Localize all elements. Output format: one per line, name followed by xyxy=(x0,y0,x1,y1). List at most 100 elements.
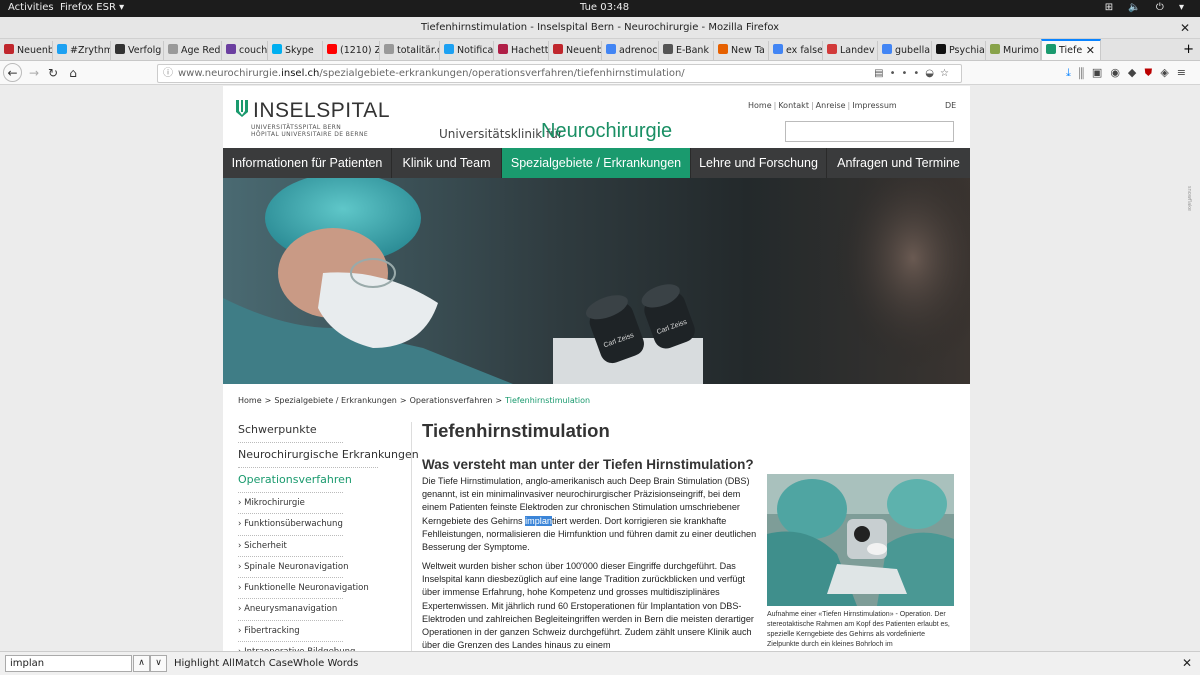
browser-tab[interactable]: couchsu xyxy=(222,41,268,60)
activities-button[interactable]: Activities xyxy=(8,2,54,13)
browser-tab[interactable]: #Zrythm xyxy=(53,41,111,60)
browser-tab[interactable]: adrenoc xyxy=(602,41,659,60)
home-button[interactable]: ⌂ xyxy=(64,64,82,82)
find-next-button[interactable]: ∨ xyxy=(150,655,167,672)
extension-icon[interactable]: ◆ xyxy=(1128,66,1144,79)
page-scrollbar[interactable]: snowflake xyxy=(1180,86,1200,651)
new-tab-button[interactable]: + xyxy=(1183,41,1194,59)
find-previous-button[interactable]: ∧ xyxy=(133,655,150,672)
highlight-all-toggle[interactable]: Highlight All xyxy=(174,658,235,669)
meta-link-impressum[interactable]: Impressum xyxy=(852,101,896,110)
window-close-icon[interactable]: ✕ xyxy=(1180,17,1190,39)
browser-tab[interactable]: E-Bank xyxy=(659,41,714,60)
sidebar-subitem[interactable]: › Intraoperative Bildgebung xyxy=(238,642,355,651)
browser-tab[interactable]: Psychia xyxy=(932,41,986,60)
find-close-icon[interactable]: ✕ xyxy=(1182,656,1192,670)
browser-tab[interactable]: Skype xyxy=(268,41,323,60)
tab-favicon-icon xyxy=(444,44,454,54)
browser-tab[interactable]: Verfolg xyxy=(111,41,164,60)
sidebar-item-schwerpunkte[interactable]: Schwerpunkte xyxy=(238,422,343,443)
nav-anfragen-termine[interactable]: Anfragen und Termine xyxy=(827,148,970,178)
account-icon[interactable]: ◉ xyxy=(1110,66,1128,79)
sidebar-subitem[interactable]: › Sicherheit xyxy=(238,536,343,557)
sidebar-subitem-label: Spinale Neuronavigation xyxy=(244,561,349,572)
sidebar-subitem[interactable]: › Funktionsüberwachung xyxy=(238,514,343,536)
page-actions-icon[interactable]: ••• xyxy=(890,68,926,79)
system-tray[interactable]: ⊞ 🔈 ⏻ ▾ xyxy=(1105,2,1190,13)
tab-favicon-icon xyxy=(553,44,563,54)
browser-tab[interactable]: Neuenb xyxy=(549,41,602,60)
tab-favicon-icon xyxy=(57,44,67,54)
reader-view-icon[interactable]: ▤ xyxy=(874,68,889,79)
site-info-icon[interactable]: ⓘ xyxy=(163,65,173,82)
nav-lehre-forschung[interactable]: Lehre und Forschung xyxy=(691,148,827,178)
breadcrumb-spezialgebiete[interactable]: Spezialgebiete / Erkrankungen xyxy=(274,396,397,405)
browser-tab[interactable]: Age Reduct xyxy=(164,41,222,60)
surgery-photo[interactable] xyxy=(767,474,954,606)
breadcrumb-home[interactable]: Home xyxy=(238,396,262,405)
logo-subtitle-fr: HÔPITAL UNIVERSITAIRE DE BERNE xyxy=(251,131,369,138)
sidebar-item-erkrankungen[interactable]: Neurochirurgische Erkrankungen xyxy=(238,447,419,468)
breadcrumb-operationsverfahren[interactable]: Operationsverfahren xyxy=(410,396,493,405)
browser-tab[interactable]: Notifica xyxy=(440,41,494,60)
browser-tab[interactable]: totalitär.de xyxy=(380,41,440,60)
browser-tab[interactable]: Murimo xyxy=(986,41,1041,60)
sidebar-subitem[interactable]: › Spinale Neuronavigation xyxy=(238,557,349,579)
sidebar-icon[interactable]: ▣ xyxy=(1092,66,1110,79)
find-input[interactable]: implan xyxy=(5,655,132,672)
language-switch[interactable]: DE xyxy=(945,101,956,110)
browser-tab[interactable]: Landev xyxy=(823,41,878,60)
browser-tab[interactable]: ex false xyxy=(769,41,823,60)
app-menu[interactable]: Firefox ESR ▾ xyxy=(60,2,124,13)
back-button[interactable]: ← xyxy=(3,63,22,82)
system-top-bar: Activities Firefox ESR ▾ Tue 03:48 ⊞ 🔈 ⏻… xyxy=(0,0,1200,17)
tab-favicon-icon xyxy=(718,44,728,54)
tab-favicon-icon xyxy=(272,44,282,54)
clock[interactable]: Tue 03:48 xyxy=(580,2,629,13)
logo-wordmark[interactable]: INSELSPITAL xyxy=(253,99,390,123)
forward-button[interactable]: → xyxy=(25,64,43,82)
reload-button[interactable]: ↻ xyxy=(44,64,62,82)
extension2-icon[interactable]: ◈ xyxy=(1160,66,1176,79)
sidebar-subitem[interactable]: › Funktionelle Neuronavigation xyxy=(238,578,369,600)
tab-close-icon[interactable]: ✕ xyxy=(1086,41,1095,60)
ublock-icon[interactable]: ⛊ xyxy=(1144,66,1160,79)
nav-spezialgebiete[interactable]: Spezialgebiete / Erkrankungen xyxy=(502,148,691,178)
browser-tab[interactable]: Hachett xyxy=(494,41,549,60)
tab-favicon-icon xyxy=(606,44,616,54)
sidebar-subitem[interactable]: › Fibertracking xyxy=(238,621,343,643)
sidebar-item-operationsverfahren[interactable]: Operationsverfahren xyxy=(238,472,352,493)
tab-favicon-icon xyxy=(663,44,673,54)
sidebar-subitem-label: Sicherheit xyxy=(244,540,287,551)
meta-link-anreise[interactable]: Anreise xyxy=(816,101,846,110)
tab-favicon-icon xyxy=(882,44,892,54)
tab-label: Psychia xyxy=(949,45,985,56)
sidebar-subitem[interactable]: › Aneurysmanavigation xyxy=(238,599,343,621)
nav-klinik-team[interactable]: Klinik und Team xyxy=(392,148,502,178)
clinic-name[interactable]: Neurochirurgie xyxy=(541,120,672,143)
tab-favicon-icon xyxy=(498,44,508,54)
url-host: insel.ch xyxy=(281,68,320,79)
site-search-input[interactable] xyxy=(785,121,954,142)
meta-link-kontakt[interactable]: Kontakt xyxy=(778,101,809,110)
browser-tab[interactable]: gubella xyxy=(878,41,932,60)
url-bar[interactable]: ⓘ www.neurochirurgie.insel.ch/spezialgeb… xyxy=(157,64,962,83)
photo-caption: Aufnahme einer «Tiefen Hirnstimulation» … xyxy=(767,611,950,648)
menu-icon[interactable]: ≡ xyxy=(1177,66,1194,79)
meta-link-home[interactable]: Home xyxy=(748,101,772,110)
downloads-icon[interactable]: ⤓ xyxy=(1066,66,1079,79)
tab-favicon-icon xyxy=(1046,44,1056,54)
bookmark-star-icon[interactable]: ☆ xyxy=(940,68,955,79)
sidebar-subitem[interactable]: › Mikrochirurgie xyxy=(238,493,343,515)
browser-tab[interactable]: Neuenb xyxy=(0,41,53,60)
whole-words-toggle[interactable]: Whole Words xyxy=(293,658,358,669)
browser-tab[interactable]: New Ta xyxy=(714,41,769,60)
nav-patienten[interactable]: Informationen für Patienten xyxy=(223,148,392,178)
tab-favicon-icon xyxy=(384,44,394,54)
browser-tab[interactable]: Tiefe ✕ xyxy=(1041,39,1101,60)
match-case-toggle[interactable]: Match Case xyxy=(235,658,293,669)
tab-favicon-icon xyxy=(4,44,14,54)
pocket-icon[interactable]: ◒ xyxy=(925,68,940,79)
browser-tab[interactable]: (1210) Z xyxy=(323,41,380,60)
library-icon[interactable]: ⫼ xyxy=(1079,66,1092,79)
